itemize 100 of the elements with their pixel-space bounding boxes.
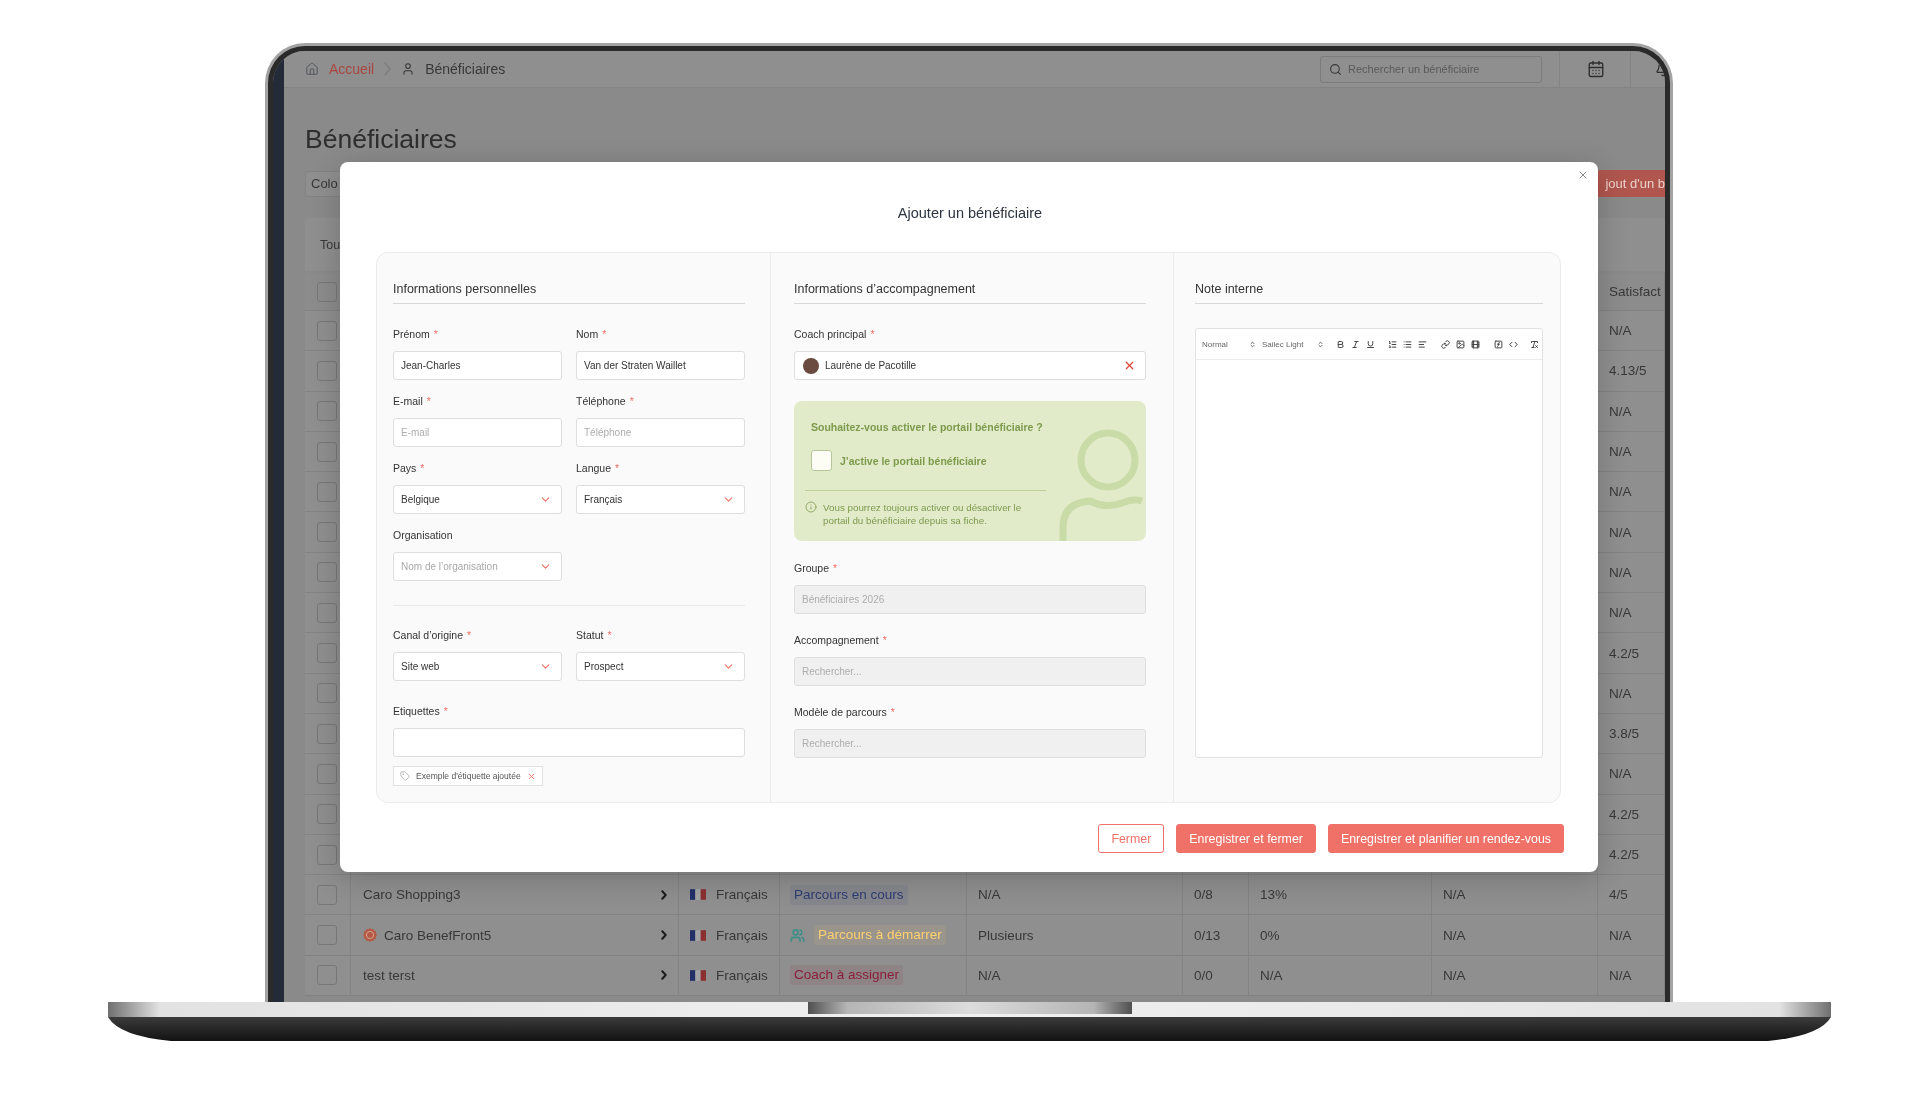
row-checkbox[interactable] <box>317 763 337 784</box>
chevron-right-icon[interactable] <box>661 970 667 981</box>
format-select[interactable]: Normal <box>1202 339 1256 349</box>
table-cell: N/A <box>967 875 1183 915</box>
text-input[interactable]: Van der Straten Waillet <box>576 351 745 380</box>
field-label: Téléphone * <box>576 394 634 408</box>
row-checkbox[interactable] <box>317 441 337 462</box>
field-label: Nom * <box>576 327 607 341</box>
bold-icon[interactable] <box>1336 339 1345 349</box>
row-checkbox[interactable] <box>317 804 337 825</box>
field-label: Coach principal * <box>794 327 875 341</box>
field-label: Canal d’origine * <box>393 628 472 642</box>
action-button[interactable]: jout d'un b <box>1597 170 1665 197</box>
up-down-icon <box>1317 340 1324 348</box>
ordered-list-icon[interactable] <box>1388 339 1397 349</box>
text-input[interactable]: E-mail <box>393 418 562 447</box>
table-cell: N/A <box>1432 915 1598 955</box>
select-field[interactable]: Français <box>576 485 745 514</box>
close-button[interactable] <box>1577 169 1589 181</box>
italic-icon[interactable] <box>1351 339 1360 349</box>
link-icon[interactable] <box>1441 339 1450 349</box>
font-select[interactable]: Sailec Light <box>1262 339 1324 349</box>
table-cell: 0/13 <box>1183 915 1249 955</box>
portal-checkbox[interactable] <box>811 450 832 471</box>
tag-icon <box>400 771 410 781</box>
tab[interactable]: Tou <box>320 237 341 252</box>
row-checkbox[interactable] <box>317 360 337 381</box>
status-badge: Coach à assigner <box>790 965 904 986</box>
remove-icon[interactable] <box>526 771 536 781</box>
field-label: Organisation <box>393 528 453 542</box>
code-icon[interactable] <box>1509 339 1518 349</box>
image-icon[interactable] <box>1456 339 1465 349</box>
row-checkbox[interactable] <box>317 844 337 865</box>
row-checkbox[interactable] <box>317 925 337 946</box>
row-checkbox[interactable] <box>317 965 337 986</box>
select-field[interactable]: Prospect <box>576 652 745 681</box>
language-label: Français <box>716 887 768 903</box>
table-cell: 4/5 <box>1598 875 1665 915</box>
avatar-icon <box>803 357 819 374</box>
table-cell: 0/0 <box>1183 955 1249 996</box>
checkbox-label: J’active le portail bénéficiaire <box>840 454 987 467</box>
row-checkbox[interactable] <box>317 602 337 623</box>
beneficiary-name: Caro BenefFront5 <box>384 927 492 943</box>
breadcrumb-link[interactable]: Bénéficiaires <box>425 61 506 77</box>
row-checkbox[interactable] <box>317 643 337 663</box>
portal-question: Souhaitez-vous activer le portail bénéficiaire ? <box>811 420 1043 434</box>
page-title: Bénéficiaires <box>305 124 457 154</box>
tag-label: Exemple d'étiquette ajoutée <box>416 771 521 781</box>
table-cell: N/A <box>967 955 1183 996</box>
row-checkbox[interactable] <box>317 562 337 583</box>
close-icon <box>1577 169 1589 181</box>
flag-icon <box>690 889 706 901</box>
function-icon[interactable] <box>1494 339 1503 349</box>
row-checkbox[interactable] <box>317 683 337 704</box>
field-label: Langue * <box>576 461 620 475</box>
field-label: E-mail * <box>393 394 431 408</box>
up-down-icon <box>1249 340 1256 348</box>
field-label: Pays * <box>393 461 425 475</box>
chevron-right-icon[interactable] <box>661 930 667 941</box>
section-title: Informations personnelles <box>393 281 745 304</box>
row-checkbox[interactable] <box>317 723 337 744</box>
row-checkbox[interactable] <box>317 522 337 543</box>
field-label: Statut * <box>576 628 612 642</box>
modal-title: Ajouter un bénéficiaire <box>897 204 1043 223</box>
clear-icon[interactable] <box>1123 359 1136 372</box>
row-checkbox[interactable] <box>317 884 337 905</box>
calendar-icon[interactable] <box>1587 60 1605 78</box>
row-checkbox[interactable] <box>317 320 337 341</box>
underline-icon[interactable] <box>1366 339 1375 349</box>
user-icon <box>401 62 416 76</box>
language-label: Français <box>716 927 768 943</box>
field-label: Prénom * <box>393 327 438 341</box>
select-all-checkbox[interactable] <box>317 281 337 302</box>
select-field[interactable]: Belgique <box>393 485 562 514</box>
language-label: Français <box>716 967 768 983</box>
film-icon[interactable] <box>1471 339 1480 349</box>
row-checkbox[interactable] <box>317 401 337 422</box>
table-cell: 0/8 <box>1183 875 1249 915</box>
flag-icon <box>690 929 706 941</box>
status-badge: Parcours à démarrer <box>814 925 946 946</box>
bullet-list-icon[interactable] <box>1403 339 1412 349</box>
beneficiary-name: test terst <box>363 967 415 983</box>
section-title: Informations d’accompagnement <box>794 281 1146 304</box>
table-cell: N/A <box>1432 955 1598 996</box>
clear-format-icon[interactable] <box>1530 339 1539 349</box>
row-checkbox[interactable] <box>317 481 337 502</box>
home-icon[interactable] <box>305 62 319 76</box>
coach-select[interactable]: Laurène de Pacotille <box>794 351 1146 380</box>
field-label: Etiquettes * <box>393 704 448 718</box>
text-input[interactable]: Jean-Charles <box>393 351 562 380</box>
beneficiary-name: Caro Shopping3 <box>363 887 461 903</box>
select-field[interactable]: Site web <box>393 652 562 681</box>
align-left-icon[interactable] <box>1418 339 1427 349</box>
table-cell: N/A <box>1598 915 1665 955</box>
table-cell: N/A <box>1249 955 1432 996</box>
chevron-right-icon[interactable] <box>661 889 667 900</box>
tags-input[interactable] <box>393 728 745 757</box>
table-cell: N/A <box>1598 955 1665 996</box>
portal-note: Vous pourrez toujours activer ou désactiver le portail du bénéficiaire depuis sa fiche. <box>823 501 1023 527</box>
text-input[interactable]: Téléphone <box>576 418 745 447</box>
